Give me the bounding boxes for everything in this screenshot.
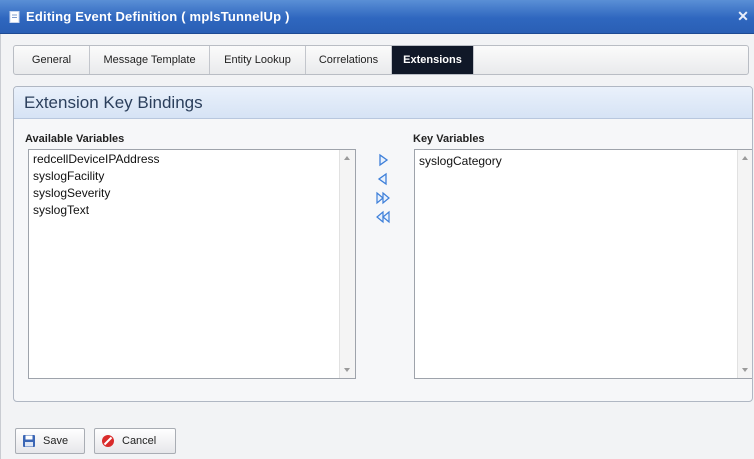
list-item[interactable]: syslogSeverity	[33, 186, 110, 200]
tab-general[interactable]: General	[14, 46, 90, 74]
move-all-right-icon[interactable]	[376, 191, 390, 205]
available-variables-label: Available Variables	[25, 133, 125, 145]
scroll-down-icon[interactable]	[742, 368, 748, 372]
list-item[interactable]: syslogCategory	[419, 154, 502, 168]
close-icon[interactable]: ✕	[736, 8, 750, 25]
move-left-icon[interactable]	[376, 172, 390, 186]
scroll-up-icon[interactable]	[344, 156, 350, 160]
tab-entity-lookup[interactable]: Entity Lookup	[210, 46, 306, 74]
tab-message-template[interactable]: Message Template	[90, 46, 210, 74]
key-variables-label: Key Variables	[413, 133, 485, 145]
window-titlebar: Editing Event Definition ( mplsTunnelUp …	[0, 0, 754, 34]
scroll-down-icon[interactable]	[344, 368, 350, 372]
list-item[interactable]: redcellDeviceIPAddress	[33, 152, 160, 166]
key-variables-list[interactable]: syslogCategory	[414, 149, 752, 379]
move-all-left-icon[interactable]	[376, 210, 390, 224]
save-button[interactable]: Save	[15, 428, 85, 454]
floppy-disk-icon	[23, 435, 35, 447]
cancel-button-label: Cancel	[122, 435, 157, 447]
panel-header: Extension Key Bindings	[14, 87, 752, 119]
save-button-label: Save	[43, 435, 69, 447]
list-item[interactable]: syslogText	[33, 203, 89, 217]
tab-bar: General Message Template Entity Lookup C…	[13, 45, 749, 75]
tab-extensions[interactable]: Extensions	[392, 46, 474, 74]
cancel-button[interactable]: Cancel	[94, 428, 176, 454]
extension-key-bindings-panel: Extension Key Bindings Available Variabl…	[13, 86, 753, 402]
tab-correlations[interactable]: Correlations	[306, 46, 392, 74]
available-list-scrollbar[interactable]	[339, 150, 355, 378]
scroll-up-icon[interactable]	[742, 156, 748, 160]
cancel-circle-icon	[102, 435, 114, 447]
window-title: Editing Event Definition ( mplsTunnelUp …	[26, 9, 290, 24]
list-item[interactable]: syslogFacility	[33, 169, 104, 183]
key-list-scrollbar[interactable]	[737, 150, 752, 378]
panel-title: Extension Key Bindings	[24, 93, 203, 112]
available-variables-list[interactable]: redcellDeviceIPAddress syslogFacility sy…	[28, 149, 356, 379]
move-right-icon[interactable]	[376, 153, 390, 167]
dialog-body: General Message Template Entity Lookup C…	[0, 34, 754, 459]
document-icon	[9, 11, 20, 23]
